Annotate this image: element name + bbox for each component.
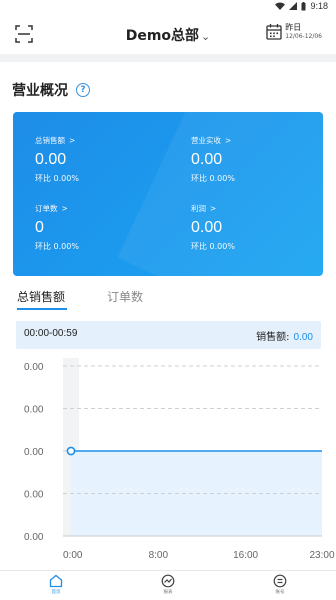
tab-order-count[interactable]: 订单数 [107,288,143,305]
metric-ratio: 环比 0.00% [191,174,235,183]
selected-range-bar: 00:00-00:59 销售额: 0.00 [16,321,321,349]
nav-home[interactable]: 首页 [36,574,76,595]
x-tick-label: 16:00 [233,550,258,561]
active-tab-indicator [17,308,67,310]
report-icon [161,574,175,588]
x-tick-label: 8:00 [149,550,169,561]
tab-total-sales[interactable]: 总销售额 [17,288,65,305]
main-content: 营业概况 ? 总销售额 > 0.00 环比 0.00% 营业实收 > 0.00 环比… [0,62,336,570]
metric-actual-income[interactable]: 营业实收 > 0.00 环比 0.00% [191,135,323,184]
sales-label: 销售额: [256,332,290,343]
home-icon [49,574,63,588]
overview-card: 总销售额 > 0.00 环比 0.00% 营业实收 > 0.00 环比 0.00% … [13,112,323,276]
chevron-right-icon: > [61,204,68,213]
metric-ratio: 环比 0.00% [35,174,79,183]
chevron-right-icon: > [210,204,217,213]
overview-title: 营业概况 [12,83,68,99]
metric-ratio: 环比 0.00% [35,242,79,251]
bottom-nav: 首页 报表 账号 [0,570,336,600]
chevron-right-icon: > [69,136,76,145]
account-icon [273,574,287,588]
x-tick-label: 23:00 [309,550,334,561]
battery-icon [301,1,306,10]
selected-data-point [66,446,76,456]
status-icons: 9:18 [275,1,328,11]
selected-sales: 销售额: 0.00 [256,328,313,343]
metric-ratio: 环比 0.00% [191,242,235,251]
y-tick-label: 0.00 [24,405,44,416]
status-bar: 9:18 [0,0,336,14]
nav-report[interactable]: 报表 [148,574,188,595]
date-picker-button[interactable]: 昨日 12/06-12/06 [266,23,322,40]
nav-account-label: 账号 [275,590,285,595]
metric-order-count[interactable]: 订单数 > 0 环比 0.00% [35,203,175,252]
overview-header: 营业概况 ? [12,80,90,100]
metric-label: 订单数 [35,204,58,213]
sales-value: 0.00 [293,332,313,343]
metric-total-sales[interactable]: 总销售额 > 0.00 环比 0.00% [35,135,175,184]
metric-value: 0.00 [191,151,223,168]
chart-tabs: 总销售额 订单数 [0,284,336,312]
metric-label: 营业实收 [191,136,221,145]
date-text: 昨日 12/06-12/06 [285,22,322,40]
nav-home-label: 首页 [51,590,61,595]
metric-value: 0.00 [191,219,223,236]
y-tick-label: 0.00 [24,532,44,543]
y-tick-label: 0.00 [24,447,44,458]
y-tick-label: 0.00 [24,490,44,501]
top-header: Demo总部 ⌄ 昨日 12/06-12/06 [0,14,336,54]
status-time: 9:18 [310,1,328,11]
signal-icon [289,2,298,10]
wifi-icon [275,2,286,10]
nav-report-label: 报表 [163,590,173,595]
metric-value: 0.00 [35,151,67,168]
store-name: Demo总部 [125,28,200,44]
metric-label: 利润 [191,204,206,213]
selected-time-range: 00:00-00:59 [24,328,78,339]
chevron-right-icon: > [225,136,232,145]
metric-label: 总销售额 [35,136,65,145]
help-icon[interactable]: ? [76,83,90,97]
y-tick-label: 0.00 [24,362,44,373]
date-range: 12/06-12/06 [285,32,322,40]
nav-account[interactable]: 账号 [260,574,300,595]
section-divider [0,54,336,62]
sales-chart[interactable]: 0.00 0.00 0.00 0.00 0.00 0:00 8:00 16:00 23:00 [0,352,336,570]
metric-profit[interactable]: 利润 > 0.00 环比 0.00% [191,203,323,252]
calendar-icon [266,24,282,40]
metric-value: 0 [35,219,44,236]
x-tick-label: 0:00 [63,550,83,561]
date-label: 昨日 [285,22,302,32]
chevron-down-icon: ⌄ [201,30,211,43]
